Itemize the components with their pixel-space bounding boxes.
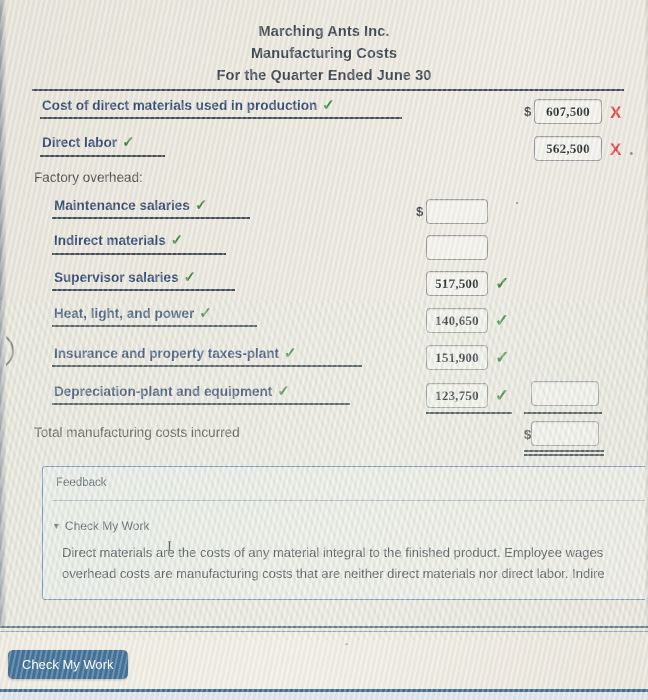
label-check-icon: ✓ bbox=[277, 383, 290, 400]
value-input-insurance-and-property-taxes-plant[interactable]: 151,900 bbox=[426, 345, 488, 370]
label-check-icon: ✓ bbox=[322, 97, 335, 114]
row-label-maintenance-salaries: Maintenance salaries ✓ bbox=[54, 197, 208, 214]
value-input-supervisor-salaries[interactable]: 517,500 bbox=[426, 271, 488, 296]
correct-check-icon-row5: ✓ bbox=[495, 274, 510, 293]
value-input-total-manufacturing-costs[interactable] bbox=[531, 421, 599, 446]
row-label-underline bbox=[52, 365, 362, 367]
screen-left-edge bbox=[0, 0, 6, 626]
row-label-indirect-materials: Indirect materials ✓ bbox=[54, 232, 184, 249]
label-check-icon: ✓ bbox=[194, 197, 208, 214]
company-name: Marching Ants Inc. bbox=[258, 24, 390, 40]
row-label-underline bbox=[52, 403, 350, 405]
value-input-direct-labor[interactable]: 562,500 bbox=[534, 136, 602, 161]
toolbar-dash-artifact: - bbox=[345, 639, 349, 650]
subtotal-rule bbox=[524, 412, 602, 414]
row-label-underline bbox=[40, 155, 165, 157]
feedback-title: Feedback bbox=[56, 477, 107, 489]
bottom-divider-primary bbox=[0, 626, 648, 628]
check-my-work-toggle-label: Check My Work bbox=[64, 519, 150, 533]
feedback-text-line-1: Direct materials are the costs of any ma… bbox=[62, 545, 604, 560]
text-cursor-icon: I bbox=[167, 539, 172, 555]
total-double-rule-top bbox=[524, 450, 604, 452]
header-rule bbox=[32, 89, 624, 91]
feedback-text-line-2: overhead costs are manufacturing costs t… bbox=[62, 566, 605, 581]
bottom-divider-secondary bbox=[0, 631, 648, 632]
label-check-icon: ✓ bbox=[199, 305, 212, 322]
dollar-sign-row0: $ bbox=[524, 104, 532, 119]
incorrect-x-icon-row0: X bbox=[610, 103, 622, 122]
worksheet-page: Marching Ants Inc. Manufacturing Costs F… bbox=[0, 0, 648, 700]
detail-column-total-rule bbox=[426, 412, 512, 414]
chevron-down-icon: ▼ bbox=[52, 521, 61, 531]
label-check-icon: ✓ bbox=[284, 345, 297, 362]
row-label-underline bbox=[52, 217, 250, 219]
report-period: For the Quarter Ended June 30 bbox=[216, 68, 432, 84]
incorrect-x-icon-row1: X bbox=[610, 140, 622, 159]
check-my-work-toggle[interactable]: ▼ Check My Work bbox=[52, 519, 149, 533]
value-input-factory-overhead-subtotal[interactable] bbox=[531, 381, 599, 406]
dust-speck bbox=[516, 202, 518, 204]
section-heading-factory-overhead: Factory overhead: bbox=[34, 170, 143, 185]
correct-check-icon-row6: ✓ bbox=[495, 311, 510, 330]
row-label-underline bbox=[52, 325, 257, 327]
label-check-icon: ✓ bbox=[183, 269, 197, 286]
row-label-total-manufacturing-costs: Total manufacturing costs incurred bbox=[34, 425, 240, 440]
dust-speck bbox=[630, 152, 633, 155]
check-my-work-button[interactable]: Check My Work bbox=[8, 650, 128, 679]
correct-check-icon-row7: ✓ bbox=[495, 348, 510, 367]
row-label-underline bbox=[40, 117, 402, 119]
row-label-heat-light-and-power: Heat, light, and power ✓ bbox=[54, 305, 212, 322]
dollar-sign-row3: $ bbox=[416, 204, 424, 219]
report-title: Manufacturing Costs bbox=[250, 46, 398, 62]
value-input-heat-light-and-power[interactable]: 140,650 bbox=[426, 308, 488, 333]
value-input-maintenance-salaries[interactable] bbox=[426, 199, 488, 224]
bottom-footer-strip bbox=[0, 692, 648, 700]
value-input-depreciation-plant-and-equipment[interactable]: 123,750 bbox=[426, 383, 488, 408]
total-double-rule-bottom bbox=[524, 454, 604, 456]
row-label-depreciation-plant-and-equipment: Depreciation-plant and equipment ✓ bbox=[54, 383, 290, 400]
row-label-cost-of-direct-materials: Cost of direct materials used in product… bbox=[42, 97, 335, 114]
row-label-direct-labor: Direct labor ✓ bbox=[42, 134, 135, 151]
value-input-indirect-materials[interactable] bbox=[426, 235, 488, 260]
label-check-icon: ✓ bbox=[122, 134, 135, 151]
row-label-supervisor-salaries: Supervisor salaries ✓ bbox=[54, 269, 197, 286]
row-label-underline bbox=[52, 253, 226, 255]
row-label-underline bbox=[52, 289, 235, 291]
feedback-divider bbox=[52, 500, 648, 501]
label-check-icon: ✓ bbox=[170, 232, 184, 249]
value-input-cost-of-direct-materials[interactable]: 607,500 bbox=[534, 99, 602, 124]
row-label-insurance-and-property-taxes-plant: Insurance and property taxes-plant ✓ bbox=[54, 345, 297, 362]
correct-check-icon-row8: ✓ bbox=[495, 386, 510, 405]
